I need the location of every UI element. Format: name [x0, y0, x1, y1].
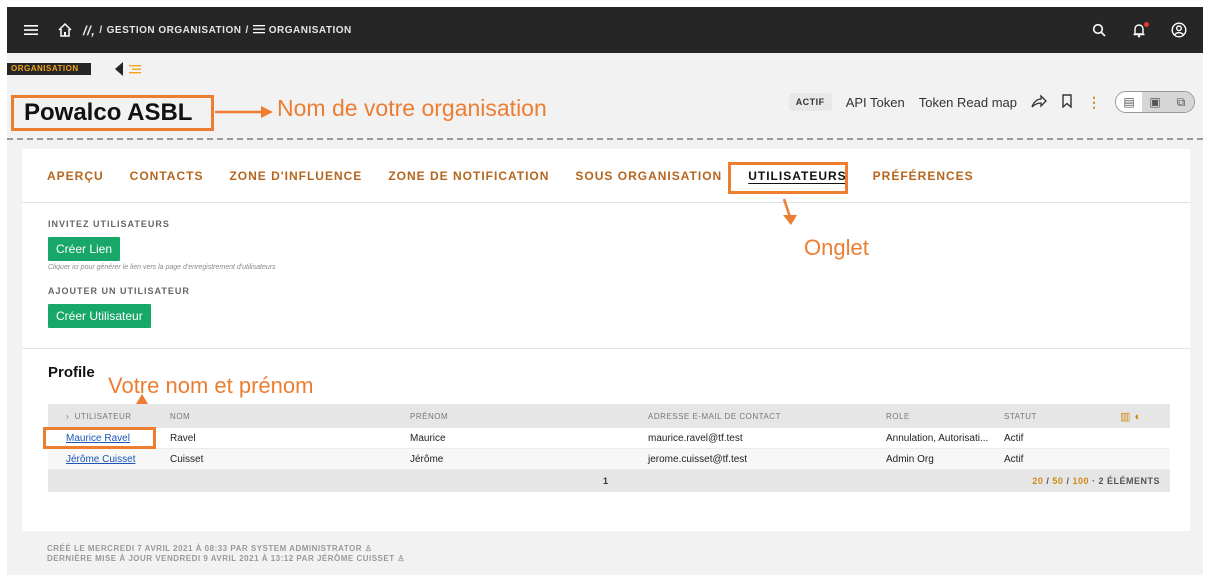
dashed-divider: [7, 138, 1203, 140]
header-actions: ACTIF API Token Token Read map ⋮ ▤ ▣ ⧉: [788, 91, 1195, 113]
cell-prenom: Maurice: [410, 432, 446, 444]
list-icon: [252, 24, 265, 37]
create-user-button[interactable]: Créer Utilisateur: [48, 304, 151, 328]
user-icon: ♙: [364, 544, 373, 553]
col-utilisateur[interactable]: › UTILISATEUR: [48, 412, 170, 421]
share-icon[interactable]: [1031, 93, 1047, 111]
chat-view-icon[interactable]: ▣: [1142, 92, 1168, 112]
col-label: UTILISATEUR: [74, 411, 132, 421]
col-role[interactable]: ROLE: [886, 412, 1004, 421]
api-token-link[interactable]: API Token: [846, 95, 905, 110]
annotation-org-name: Nom de votre organisation: [277, 95, 547, 121]
user-highlight: [43, 427, 156, 449]
cell-role: Admin Org: [886, 453, 934, 465]
tab-bar: APERÇU CONTACTS ZONE D'INFLUENCE ZONE DE…: [22, 149, 1190, 203]
content-card: APERÇU CONTACTS ZONE D'INFLUENCE ZONE DE…: [22, 149, 1190, 531]
top-bar: //, / GESTION ORGANISATION / ORGANISATIO…: [7, 7, 1203, 53]
tab-contacts[interactable]: CONTACTS: [130, 169, 204, 183]
col-prenom[interactable]: PRÉNOM: [410, 412, 648, 421]
tab-highlight: [728, 162, 848, 194]
status-badge: ACTIF: [788, 93, 832, 111]
table-row[interactable]: Jérôme Cuisset Cuisset Jérôme jerome.cui…: [48, 449, 1170, 470]
notification-dot: [1144, 22, 1149, 27]
page-number[interactable]: 1: [603, 476, 608, 486]
invite-hint: Cliquer ici pour générer le lien vers la…: [48, 264, 276, 271]
breadcrumb-sep: /: [99, 24, 103, 36]
user-account-icon[interactable]: [1167, 18, 1191, 42]
org-menu-icon[interactable]: [129, 63, 141, 77]
org-name-highlight: Powalco ASBL: [11, 95, 214, 131]
table-row[interactable]: Maurice Ravel Ravel Maurice maurice.rave…: [48, 428, 1170, 449]
document-view-icon[interactable]: ▤: [1116, 92, 1142, 112]
breadcrumb-organisation[interactable]: ORGANISATION: [269, 25, 352, 36]
create-link-button[interactable]: Créer Lien: [48, 237, 121, 261]
topbar-left: //, / GESTION ORGANISATION / ORGANISATIO…: [7, 18, 354, 42]
search-icon[interactable]: [1087, 18, 1111, 42]
page-size-20[interactable]: 20: [1032, 476, 1043, 486]
cell-email: jerome.cuisset@tf.test: [648, 453, 748, 465]
slashes-icon: //,: [83, 22, 96, 38]
users-table: › UTILISATEUR NOM PRÉNOM ADRESSE E-MAIL …: [48, 404, 1170, 492]
user-link[interactable]: Jérôme Cuisset: [66, 454, 135, 465]
cell-statut: Actif: [1004, 453, 1024, 465]
updated-meta: DERNIÈRE MISE À JOUR VENDREDI 9 AVRIL 20…: [47, 554, 405, 563]
page-size-50[interactable]: 50: [1052, 476, 1063, 486]
bell-icon[interactable]: [1127, 18, 1151, 42]
tab-sous-organisation[interactable]: SOUS ORGANISATION: [575, 169, 722, 183]
col-statut[interactable]: STATUT: [1004, 412, 1120, 421]
section-divider: [22, 348, 1190, 349]
tab-apercu[interactable]: APERÇU: [47, 169, 104, 183]
arrow-annotation-icon: [215, 106, 273, 118]
expand-icon[interactable]: ›: [66, 412, 75, 421]
breadcrumb-sep: /: [245, 24, 249, 36]
user-icon: ♙: [397, 554, 406, 563]
topbar-right: [1087, 7, 1191, 53]
created-text: CRÉÉ LE MERCREDI 7 AVRIL 2021 À 08:33 PA…: [47, 544, 363, 553]
app-frame: //, / GESTION ORGANISATION / ORGANISATIO…: [7, 7, 1203, 575]
item-count: 2 ÉLÉMENTS: [1098, 476, 1160, 486]
hamburger-menu-icon[interactable]: [19, 18, 43, 42]
cell-nom: Ravel: [170, 432, 196, 444]
invite-label: INVITEZ UTILISATEURS: [48, 219, 170, 229]
table-header: › UTILISATEUR NOM PRÉNOM ADRESSE E-MAIL …: [48, 404, 1170, 428]
cell-email: maurice.ravel@tf.test: [648, 432, 743, 444]
col-nom[interactable]: NOM: [170, 412, 410, 421]
cell-user: Jérôme Cuisset: [48, 454, 170, 465]
created-meta: CRÉÉ LE MERCREDI 7 AVRIL 2021 À 08:33 PA…: [47, 544, 372, 553]
token-read-map-link[interactable]: Token Read map: [919, 95, 1017, 110]
tag-arrow: [115, 62, 123, 76]
tab-zone-influence[interactable]: ZONE D'INFLUENCE: [229, 169, 362, 183]
pager: 20 / 50 / 100 · 2 ÉLÉMENTS: [1032, 476, 1160, 486]
home-icon[interactable]: [53, 18, 77, 42]
copy-view-icon[interactable]: ⧉: [1168, 92, 1194, 112]
profile-title: Profile: [48, 364, 95, 381]
bookmark-icon[interactable]: [1061, 93, 1073, 111]
cell-nom: Cuisset: [170, 453, 204, 465]
table-footer: 1 20 / 50 / 100 · 2 ÉLÉMENTS: [48, 470, 1170, 492]
view-toggle: ▤ ▣ ⧉: [1115, 91, 1195, 113]
organisation-tag: ORGANISATION: [7, 63, 91, 75]
breadcrumb-gestion-organisation[interactable]: GESTION ORGANISATION: [107, 25, 242, 36]
breadcrumb: //, / GESTION ORGANISATION / ORGANISATIO…: [81, 23, 354, 38]
arrow-down-annotation-icon: [782, 198, 797, 225]
tab-preferences[interactable]: PRÉFÉRENCES: [873, 169, 974, 183]
cell-statut: Actif: [1004, 432, 1024, 444]
cell-role: Annulation, Autorisati...: [886, 432, 989, 444]
column-settings-icon[interactable]: ▥ ◐: [1120, 410, 1170, 423]
updated-text: DERNIÈRE MISE À JOUR VENDREDI 9 AVRIL 20…: [47, 554, 395, 563]
page-size-100[interactable]: 100: [1072, 476, 1089, 486]
col-email[interactable]: ADRESSE E-MAIL DE CONTACT: [648, 412, 886, 421]
tab-zone-notification[interactable]: ZONE DE NOTIFICATION: [388, 169, 549, 183]
cell-prenom: Jérôme: [410, 453, 444, 465]
more-vertical-icon[interactable]: ⋮: [1087, 94, 1101, 111]
org-name: Powalco ASBL: [24, 99, 193, 126]
add-user-label: AJOUTER UN UTILISATEUR: [48, 286, 190, 296]
annotation-tab: Onglet: [804, 235, 869, 260]
